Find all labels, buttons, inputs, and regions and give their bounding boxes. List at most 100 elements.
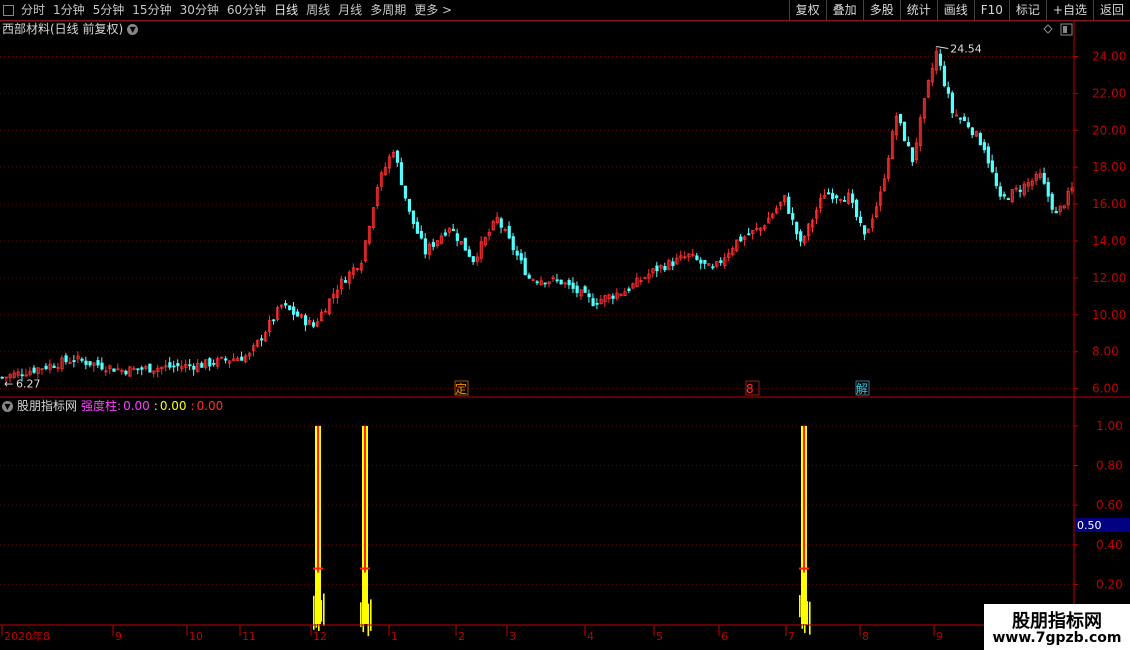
candle-body: [835, 195, 839, 199]
date-tick-label: 11: [242, 630, 256, 643]
candle-body: [168, 362, 172, 368]
period-tab[interactable]: 日线: [270, 0, 302, 20]
candle-body: [886, 158, 891, 179]
price-tick-label: 6.00: [1092, 382, 1119, 396]
candle-body: [24, 374, 28, 377]
candle-body: [108, 365, 112, 369]
candle-body: [807, 223, 811, 237]
candle-body: [184, 363, 188, 368]
candle-body: [339, 278, 344, 289]
candle-body: [495, 216, 499, 224]
period-tab[interactable]: 30分钟: [176, 0, 223, 20]
toolbar-action-button[interactable]: 复权: [788, 0, 826, 20]
period-tab[interactable]: 5分钟: [89, 0, 129, 20]
candle-body: [671, 261, 675, 266]
candle-body: [942, 65, 947, 87]
candle-body: [1046, 182, 1050, 197]
toolbar-action-button[interactable]: 统计: [899, 0, 937, 20]
candle-body: [176, 363, 180, 367]
panel-toggle-icon: [1060, 23, 1073, 36]
candle-body: [64, 355, 68, 363]
candle-body: [172, 365, 176, 368]
candle-body: [715, 261, 719, 267]
period-tab[interactable]: 月线: [334, 0, 366, 20]
candle-body: [962, 116, 967, 122]
event-marker: 解: [856, 382, 868, 396]
candle-body: [399, 162, 404, 186]
candle-body: [180, 366, 184, 370]
candle-body: [1050, 193, 1054, 210]
strength-bar-fringe: [367, 603, 370, 637]
candle-body: [819, 197, 823, 209]
toolbar-action-button[interactable]: 返回: [1092, 0, 1130, 20]
indicator-tick-label: 0.20: [1096, 577, 1123, 591]
candle-body: [647, 273, 651, 279]
candle-body: [974, 131, 978, 137]
candle-body: [300, 314, 304, 318]
toolbar-action-button[interactable]: 标记: [1008, 0, 1046, 20]
period-tab[interactable]: 更多 >: [410, 0, 456, 20]
date-tick-label: 8: [862, 630, 869, 643]
period-tab[interactable]: 周线: [302, 0, 334, 20]
candle-body: [918, 117, 923, 146]
event-marker: 8: [746, 382, 754, 396]
toolbar-action-button[interactable]: 多股: [862, 0, 900, 20]
period-tab[interactable]: 15分钟: [128, 0, 175, 20]
candle-body: [499, 218, 503, 228]
candle-body: [224, 358, 228, 361]
candle-body: [978, 133, 982, 146]
candle-body: [827, 192, 831, 195]
candle-body: [52, 365, 56, 368]
chevron-down-icon[interactable]: ▼: [127, 23, 139, 35]
candle-body: [531, 279, 535, 282]
date-tick-label: 12: [313, 630, 327, 643]
candle-body: [415, 221, 420, 234]
candle-body: [264, 332, 268, 342]
period-tab[interactable]: 1分钟: [49, 0, 89, 20]
toolbar-action-button[interactable]: F10: [973, 0, 1009, 20]
toolbar-action-button[interactable]: 画线: [936, 0, 974, 20]
candle-body: [439, 235, 443, 244]
candle-body: [735, 239, 739, 252]
candle-body: [427, 243, 432, 255]
candle-body: [68, 361, 72, 364]
candle-body: [603, 295, 607, 302]
candle-body: [567, 280, 571, 286]
period-tab[interactable]: 60分钟: [223, 0, 270, 20]
candle-body: [946, 87, 951, 94]
candle-body: [387, 156, 392, 169]
candle-body: [96, 360, 100, 366]
candle-body: [515, 250, 519, 256]
period-tab[interactable]: 分时: [17, 0, 49, 20]
candle-body: [248, 352, 252, 357]
candle-body: [795, 221, 799, 235]
candle-body: [938, 53, 943, 66]
action-buttons: 复权 叠加 多股 统计 画线 F10 标记 +自选 返回: [788, 0, 1130, 20]
candle-body: [4, 376, 8, 379]
candle-body: [755, 228, 759, 230]
candle-body: [240, 356, 244, 361]
candle-body: [739, 236, 743, 242]
stock-title: 西部材料(日线 前复权): [2, 22, 124, 36]
strength-bar: [362, 425, 368, 624]
candle-body: [84, 360, 88, 365]
candle-body: [1022, 183, 1026, 196]
candle-body: [707, 263, 711, 266]
candle-body: [296, 311, 300, 317]
toolbar-action-button[interactable]: +自选: [1045, 0, 1093, 20]
menu-square-icon[interactable]: [3, 4, 14, 16]
candle-body: [559, 279, 563, 285]
candle-body: [20, 374, 24, 377]
candle-body: [160, 366, 164, 370]
candle-body: [323, 310, 328, 313]
price-tick-label: 14.00: [1092, 234, 1126, 248]
indicator-tick-label: 0.80: [1096, 459, 1123, 473]
toolbar-action-button[interactable]: 叠加: [825, 0, 863, 20]
period-tab[interactable]: 多周期: [366, 0, 410, 20]
event-marker-box: [745, 380, 760, 396]
candle-body: [156, 367, 160, 373]
date-tick-label: 5: [656, 630, 663, 643]
candle-body: [164, 365, 168, 368]
candle-body: [759, 227, 763, 231]
chevron-down-icon[interactable]: ▼: [2, 400, 13, 412]
